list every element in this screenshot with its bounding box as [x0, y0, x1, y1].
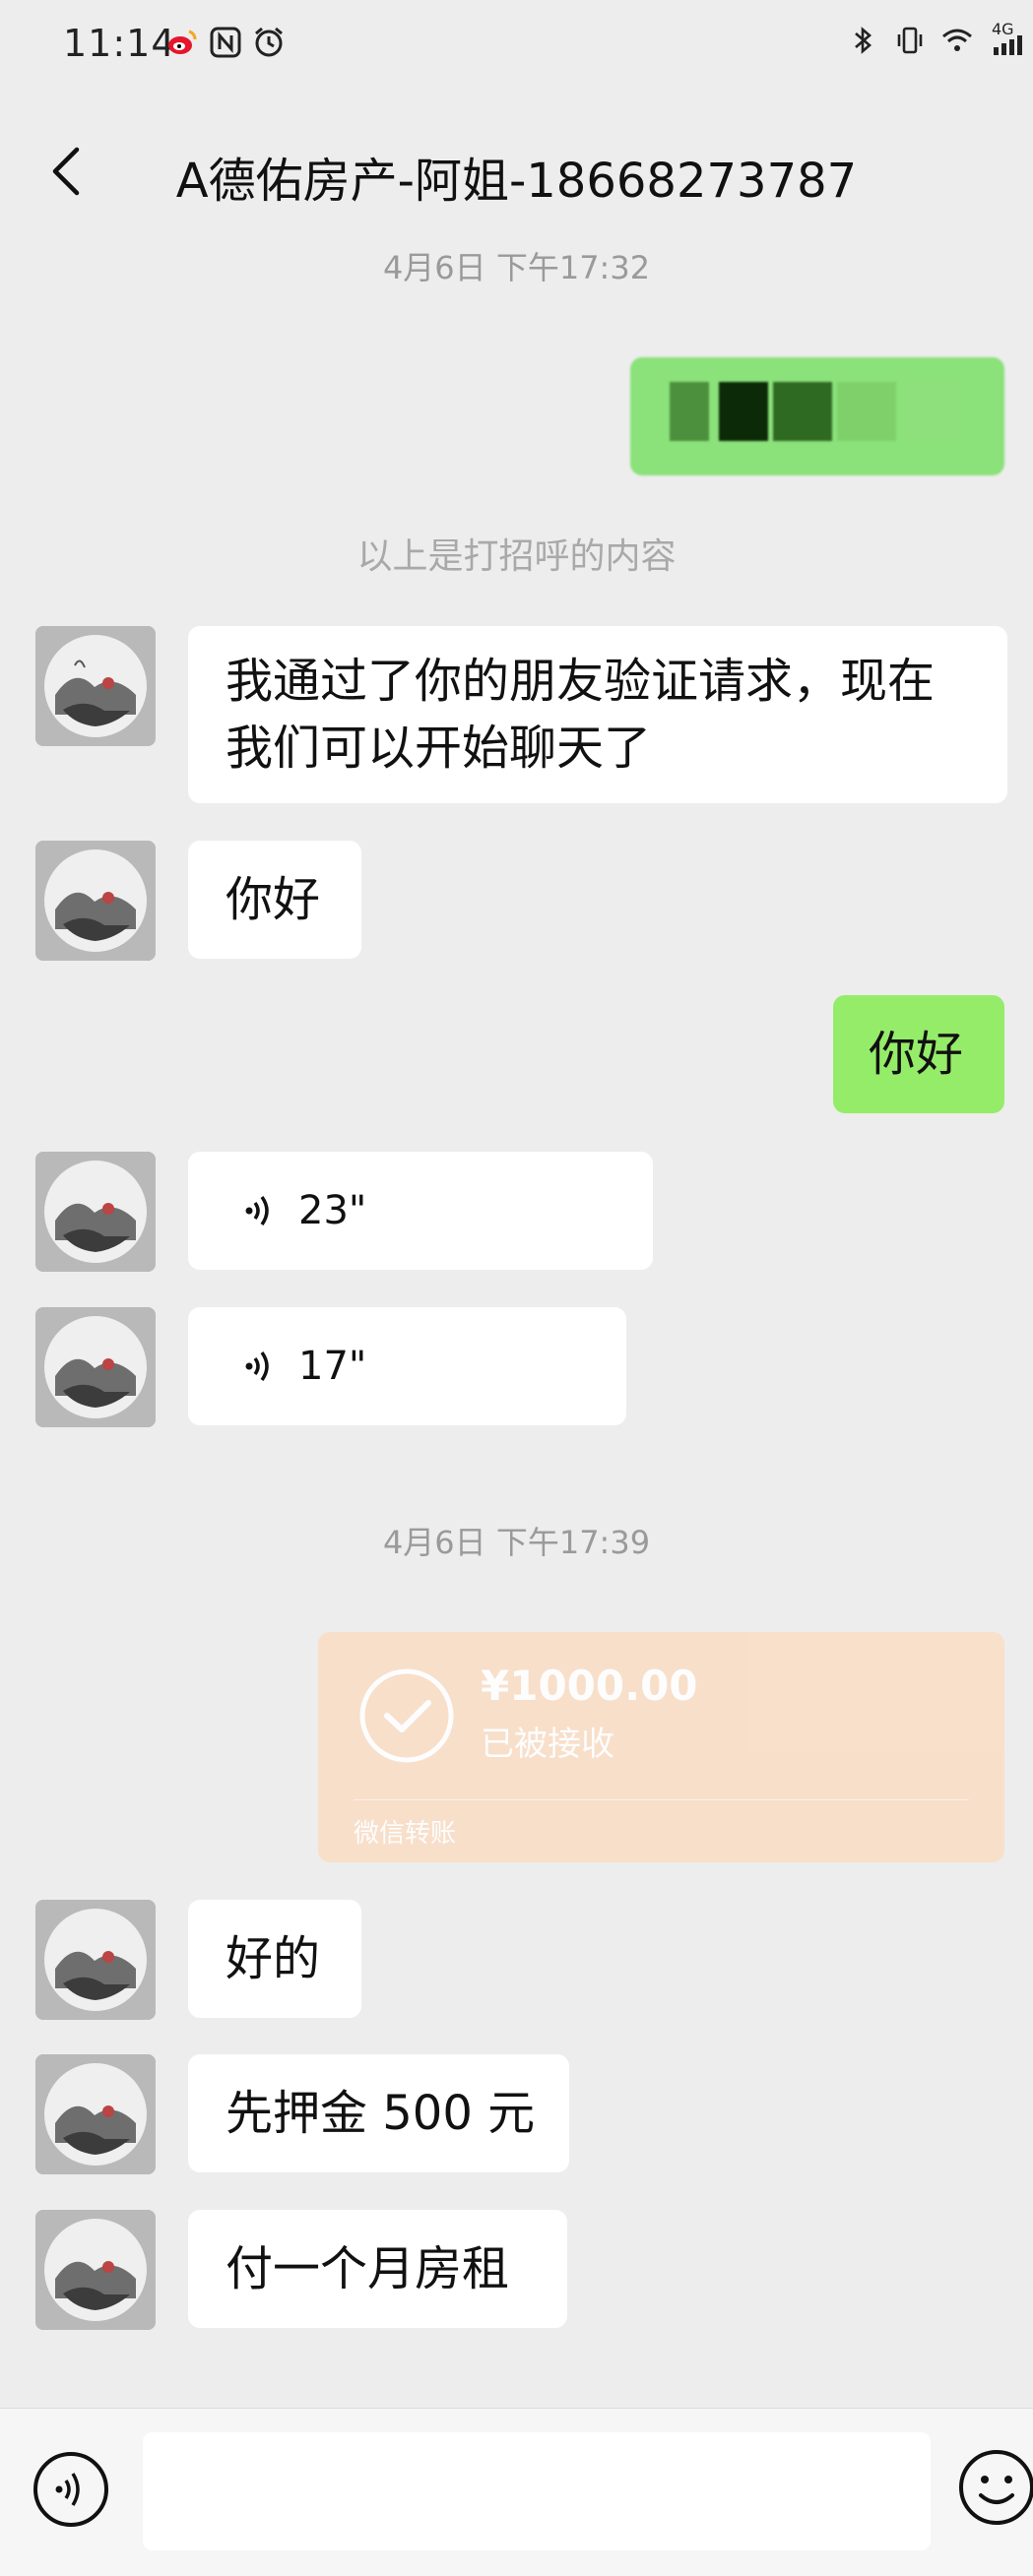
transfer-footer: 微信转账 [354, 1819, 457, 1849]
alarm-icon [255, 27, 283, 57]
check-circle-icon [359, 1668, 454, 1763]
status-time: 11:14 [63, 22, 176, 65]
blurred-message-bubble[interactable] [630, 357, 1004, 475]
timestamp: 4月6日 下午17:32 [382, 249, 651, 286]
timestamp: 4月6日 下午17:39 [382, 1524, 651, 1561]
avatar[interactable] [35, 1152, 156, 1272]
voice-wave-icon [245, 1351, 269, 1382]
input-bar [0, 2408, 1033, 2576]
voice-message[interactable]: 17" [188, 1307, 626, 1425]
weibo-icon [168, 30, 197, 54]
voice-message[interactable]: 23" [188, 1152, 653, 1270]
voice-input-icon[interactable] [32, 2450, 110, 2529]
avatar[interactable] [35, 1307, 156, 1427]
status-left-icons [165, 26, 286, 59]
emoji-icon[interactable] [957, 2448, 1033, 2527]
message-text: 你好 [226, 872, 321, 927]
message-text: 付一个月房租 [226, 2241, 510, 2296]
wifi-icon [942, 29, 972, 51]
message-bubble[interactable]: 先押金 500 元 [188, 2054, 569, 2172]
message-input[interactable] [143, 2432, 931, 2550]
voice-duration: 17" [298, 1344, 367, 1389]
message-bubble[interactable]: 你好 [188, 841, 361, 959]
bluetooth-icon [855, 27, 872, 54]
avatar[interactable] [35, 841, 156, 961]
status-right-icons: 4G [846, 20, 1027, 57]
voice-duration: 23" [298, 1188, 367, 1233]
greeting-notice: 以上是打招呼的内容 [356, 536, 677, 577]
message-text: 先押金 500 元 [226, 2086, 536, 2141]
vibrate-icon [897, 27, 923, 54]
chat-header: A德佑房产-阿姐-18668273787 [0, 98, 1033, 246]
message-bubble[interactable]: 付一个月房租 [188, 2210, 567, 2328]
message-text: 你好 [869, 1027, 964, 1082]
transfer-status: 已被接收 [481, 1725, 614, 1764]
message-text: 好的 [226, 1931, 321, 1986]
chat-title: A德佑房产-阿姐-18668273787 [175, 154, 858, 209]
transfer-amount: ¥1000.00 [481, 1662, 698, 1710]
avatar[interactable] [35, 1900, 156, 2020]
message-bubble-outgoing[interactable]: 你好 [833, 995, 1004, 1113]
avatar[interactable] [35, 626, 156, 746]
status-bar: 11:14 4G [0, 0, 1033, 98]
message-bubble[interactable]: 好的 [188, 1900, 361, 2018]
message-bubble[interactable]: 我通过了你的朋友验证请求，现在 我们可以开始聊天了 [188, 626, 1007, 803]
message-text: 我通过了你的朋友验证请求，现在 [226, 654, 936, 709]
transfer-card[interactable]: ¥1000.00 已被接收 微信转账 [318, 1632, 1004, 1862]
voice-wave-icon [245, 1195, 269, 1226]
nfc-icon [210, 27, 241, 58]
avatar[interactable] [35, 2054, 156, 2174]
avatar[interactable] [35, 2210, 156, 2330]
divider [354, 1799, 969, 1800]
message-text: 我们可以开始聊天了 [226, 721, 652, 776]
signal-icon: 4G [988, 20, 1027, 57]
